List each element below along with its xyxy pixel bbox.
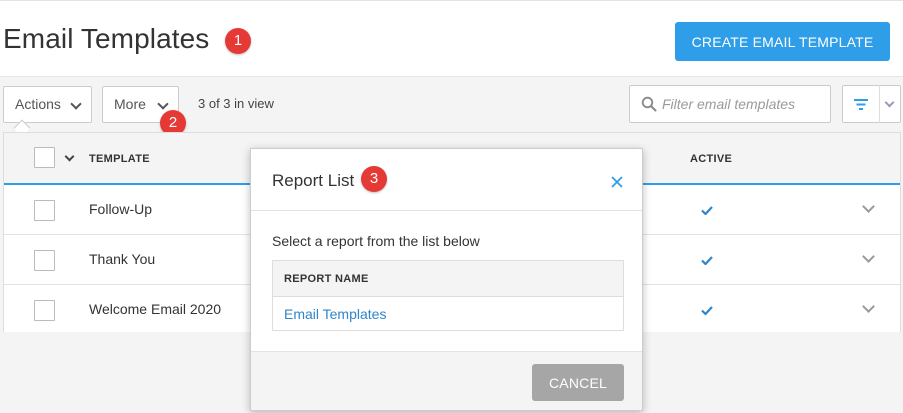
actions-label: Actions bbox=[15, 96, 61, 112]
cancel-button[interactable]: CANCEL bbox=[532, 364, 624, 401]
close-icon[interactable] bbox=[609, 174, 625, 190]
select-all-checkbox[interactable] bbox=[34, 147, 55, 168]
filter-icon bbox=[854, 99, 868, 110]
template-name: Welcome Email 2020 bbox=[89, 301, 222, 317]
create-email-template-button[interactable]: CREATE EMAIL TEMPLATE bbox=[675, 22, 890, 61]
annotation-badge-1: 1 bbox=[225, 28, 251, 54]
report-table: REPORT NAME Email Templates bbox=[272, 260, 624, 331]
dialog-footer: CANCEL bbox=[251, 351, 642, 410]
chevron-down-icon bbox=[884, 97, 895, 108]
row-expand-chevron-icon[interactable] bbox=[862, 200, 875, 213]
report-list-dialog: Report List 3 Select a report from the l… bbox=[250, 148, 643, 411]
checkmark-icon bbox=[701, 306, 713, 315]
actions-button[interactable]: Actions bbox=[3, 86, 92, 123]
chevron-down-icon bbox=[70, 98, 82, 110]
page-header: Email Templates 1 CREATE EMAIL TEMPLATE bbox=[0, 1, 903, 77]
column-header-template[interactable]: TEMPLATE bbox=[89, 153, 150, 165]
row-checkbox[interactable] bbox=[34, 200, 55, 221]
page-title: Email Templates bbox=[3, 23, 210, 54]
dialog-title: Report List bbox=[272, 171, 355, 190]
dialog-divider bbox=[251, 210, 642, 211]
column-header-report-name: REPORT NAME bbox=[273, 261, 623, 297]
row-checkbox[interactable] bbox=[34, 250, 55, 271]
search-box bbox=[629, 85, 831, 123]
chevron-down-icon bbox=[157, 98, 169, 110]
annotation-badge-3: 3 bbox=[361, 166, 387, 192]
search-icon bbox=[641, 96, 657, 112]
checkmark-icon bbox=[701, 206, 713, 215]
row-expand-chevron-icon[interactable] bbox=[862, 300, 875, 313]
more-label: More bbox=[114, 96, 146, 112]
dialog-description: Select a report from the list below bbox=[272, 233, 480, 249]
template-name: Thank You bbox=[89, 251, 156, 267]
row-expand-chevron-icon[interactable] bbox=[862, 250, 875, 263]
filter-button[interactable] bbox=[842, 85, 880, 123]
view-count: 3 of 3 in view bbox=[198, 96, 274, 111]
search-input[interactable] bbox=[662, 94, 828, 114]
report-link-email-templates[interactable]: Email Templates bbox=[284, 306, 386, 322]
column-header-active[interactable]: ACTIVE bbox=[690, 153, 732, 165]
chevron-down-icon[interactable] bbox=[64, 151, 75, 162]
row-checkbox[interactable] bbox=[34, 300, 55, 321]
template-name: Follow-Up bbox=[89, 201, 153, 217]
checkmark-icon bbox=[701, 256, 713, 265]
filter-dropdown-button[interactable] bbox=[879, 85, 901, 123]
